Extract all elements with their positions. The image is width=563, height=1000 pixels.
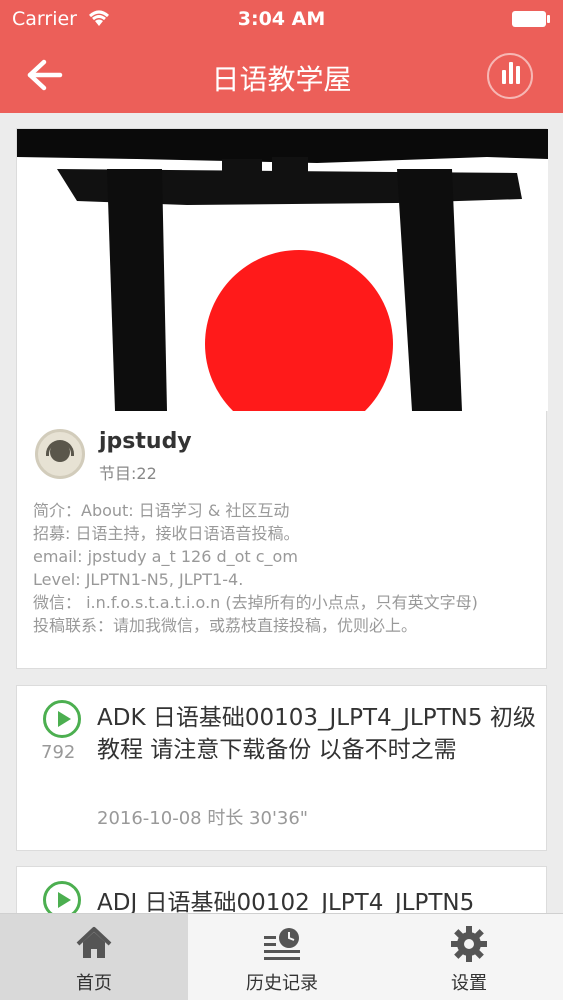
description-line: Level: JLPTN1-N5, JLPT1-4. [33,570,244,589]
description-line: 招募: 日语主持，接收日语语音投稿。 [33,524,300,543]
episode-title: ADK 日语基础00103_JLPT4_JLPTN5 初级教程 请注意下载备份 … [97,705,536,763]
tab-history[interactable]: 历史记录 [188,914,376,1000]
torii-banner-image [17,129,548,411]
page-title: 日语教学屋 [211,63,352,96]
bar-chart-icon [502,70,506,84]
play-count: 792 [41,742,76,763]
episode-meta: 2016-10-08 时长 30'36" [97,808,309,829]
bar-chart-icon [516,66,520,84]
description-line: 微信： i.n.f.o.s.t.a.t.i.o.n (去掉所有的小点点，只有英文… [33,593,478,612]
tab-home[interactable]: 首页 [0,914,188,1000]
gear-icon [451,926,487,962]
profile-card: jpstudy 节目:22 简介：About: 日语学习 & 社区互动 招募: … [16,128,548,669]
tab-label: 历史记录 [246,973,318,994]
stats-button[interactable] [487,53,533,99]
tab-label: 首页 [76,973,112,994]
profile-name: jpstudy [99,429,192,454]
avatar-face [50,442,70,462]
status-time: 3:04 AM [237,8,326,30]
avatar[interactable] [35,429,85,479]
history-icon [264,928,300,960]
bar-chart-icon [509,62,513,84]
profile-description: 简介：About: 日语学习 & 社区互动 招募: 日语主持，接收日语语音投稿。… [33,499,538,637]
episode-count: 节目:22 [99,464,157,483]
tab-label: 设置 [451,973,487,994]
home-icon [76,927,112,958]
top-bar: Carrier 3:04 AM 日语教学屋 [0,0,563,113]
status-bar: Carrier 3:04 AM [0,0,563,38]
episode-item[interactable]: 792 ADK 日语基础00103_JLPT4_JLPTN5 初级教程 请注意下… [16,685,547,851]
tab-bar: 首页 历史记录 设置 [0,913,563,1000]
episode-title: ADJ 日语基础00102_JLPT4_JLPTN5 [97,890,475,916]
tab-settings[interactable]: 设置 [375,914,563,1000]
description-line: email: jpstudy a_t 126 d_ot c_om [33,547,298,566]
description-line: 投稿联系：请加我微信，或荔枝直接投稿，优则必上。 [33,616,418,635]
description-line: 简介：About: 日语学习 & 社区互动 [33,501,290,520]
play-icon[interactable] [43,700,81,738]
battery-icon [512,11,550,27]
